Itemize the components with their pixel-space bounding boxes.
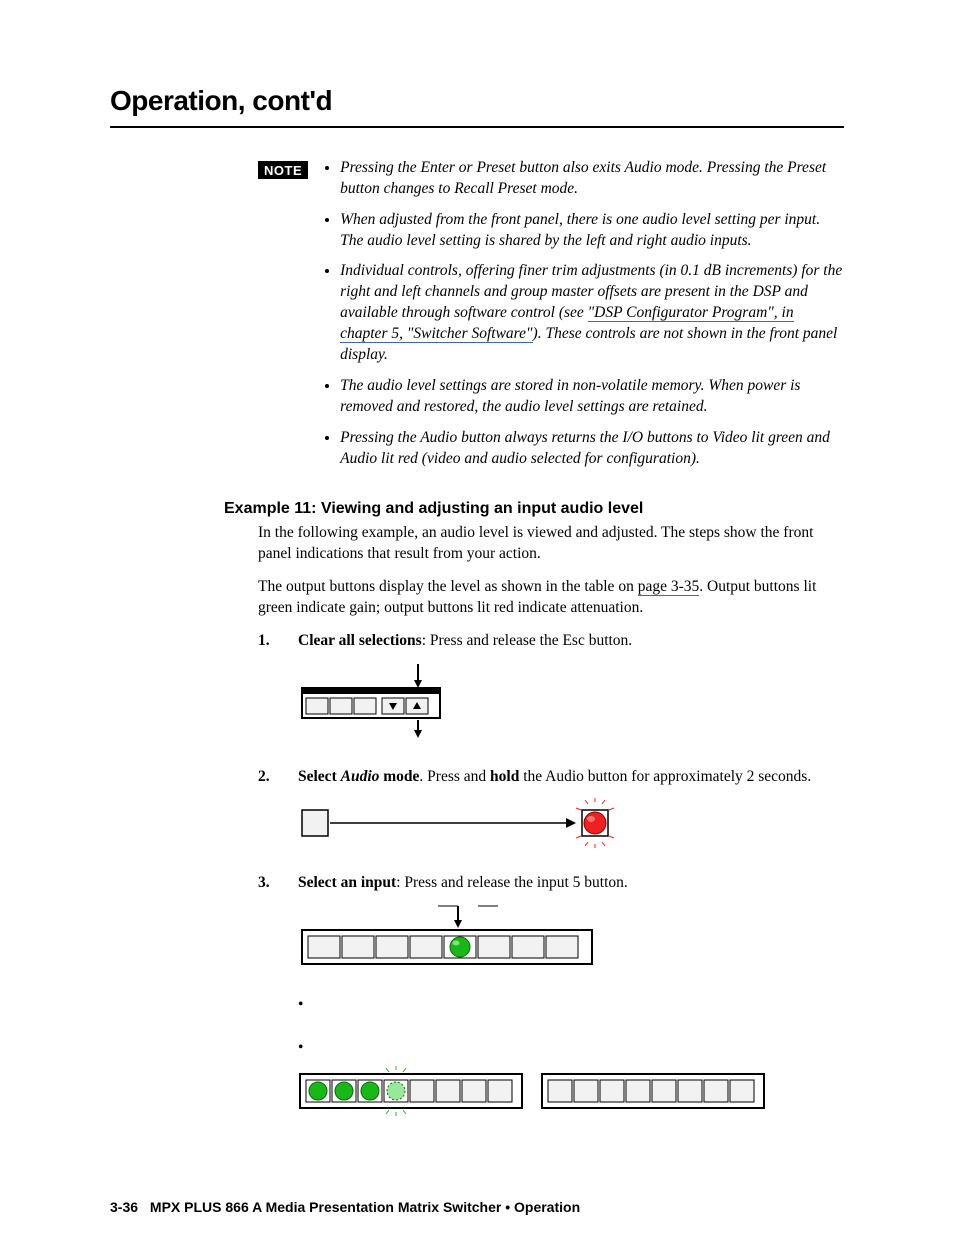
step-hold: hold (490, 768, 519, 785)
step-lead: Clear all selections (298, 632, 422, 649)
note-item: The audio level settings are stored in n… (340, 376, 844, 418)
horizontal-rule (110, 126, 844, 128)
step-rest: : Press and release the Esc button. (422, 632, 632, 649)
step-body: Select an input: Press and release the i… (298, 873, 844, 894)
result-bullet: • (258, 995, 844, 1016)
figure-step-3 (298, 904, 844, 977)
step-mid: mode (379, 768, 419, 785)
step-rest2: the Audio button for approximately 2 sec… (519, 768, 811, 785)
page-ref-link[interactable]: page 3-35 (638, 578, 700, 596)
figure-step-3b (298, 1066, 844, 1123)
step-row: 1. Clear all selections: Press and relea… (258, 631, 844, 652)
note-item: When adjusted from the front panel, ther… (340, 210, 844, 252)
note-block: NOTE Pressing the Enter or Preset button… (258, 158, 844, 480)
step-number: 2. (258, 767, 298, 788)
note-item: Pressing the Audio button always returns… (340, 428, 844, 470)
result-bullet: • (258, 1038, 844, 1059)
step-body: Clear all selections: Press and release … (298, 631, 844, 652)
step-lead: Select (298, 768, 341, 785)
note-item: Pressing the Enter or Preset button also… (340, 158, 844, 200)
step-row: 2. Select Audio mode. Press and hold the… (258, 767, 844, 788)
example-intro: In the following example, an audio level… (258, 523, 844, 565)
step-lead: Select an input (298, 874, 396, 891)
step-number: 1. (258, 631, 298, 652)
figure-step-2 (298, 798, 844, 855)
note-badge: NOTE (258, 161, 308, 179)
section-title: Operation, cont'd (110, 82, 844, 120)
step-italic: Audio (341, 768, 380, 785)
step-row: 3. Select an input: Press and release th… (258, 873, 844, 894)
ref-pre: The output buttons display the level as … (258, 578, 638, 595)
page-number: 3-36 (110, 1199, 138, 1215)
note-item: Individual controls, offering finer trim… (340, 261, 844, 366)
footer-doc-title: MPX PLUS 866 A Media Presentation Matrix… (150, 1199, 580, 1215)
example-ref: The output buttons display the level as … (258, 577, 844, 619)
note-list: Pressing the Enter or Preset button also… (314, 158, 844, 480)
example-heading: Example 11: Viewing and adjusting an inp… (224, 498, 844, 520)
step-number: 3. (258, 873, 298, 894)
figure-step-1 (298, 662, 844, 749)
step-rest: : Press and release the input 5 button. (396, 874, 628, 891)
page-footer: 3-36 MPX PLUS 866 A Media Presentation M… (110, 1198, 580, 1217)
step-rest: . Press and (419, 768, 490, 785)
step-body: Select Audio mode. Press and hold the Au… (298, 767, 844, 788)
